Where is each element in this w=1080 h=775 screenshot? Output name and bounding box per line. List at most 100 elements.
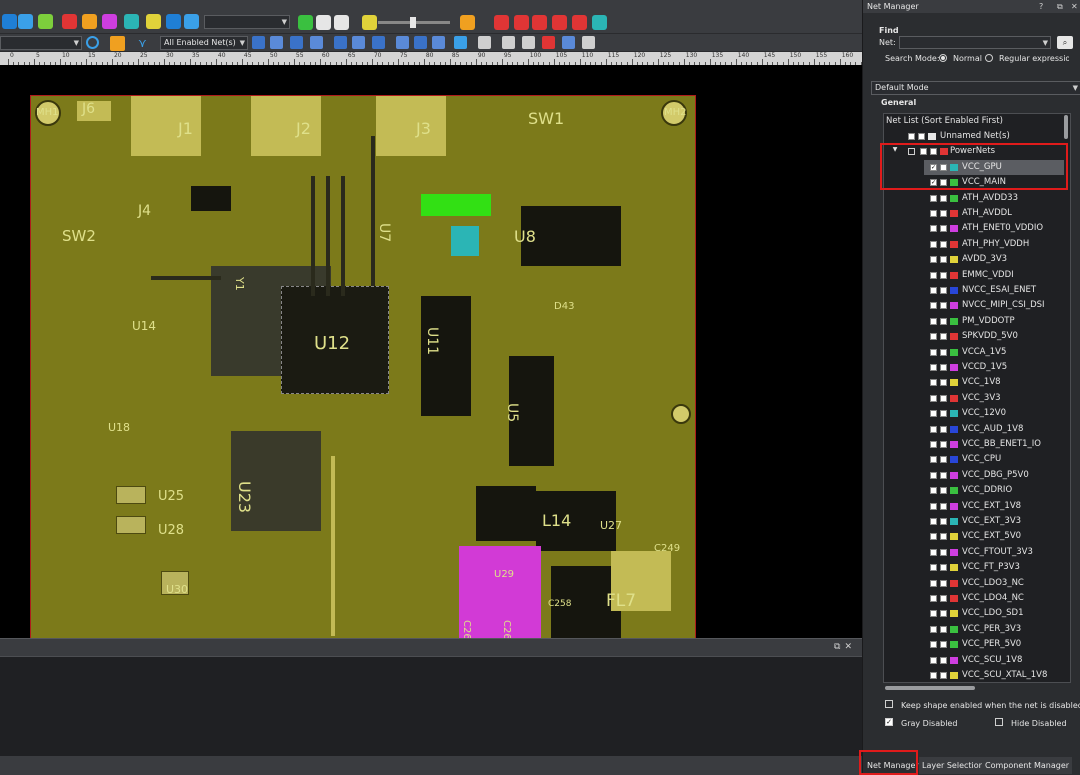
toolbar-tool-icon[interactable] [502,36,515,49]
toolbar-tool-icon[interactable] [478,36,491,49]
net-enable-checkbox[interactable] [930,672,937,679]
net-enable-checkbox[interactable] [930,394,937,402]
net-row[interactable]: VCC_CPU [884,452,1068,467]
net-enable-checkbox[interactable] [930,425,937,433]
layer-combo[interactable]: ▼ [204,15,290,29]
toolbar-tool-icon[interactable] [372,36,385,49]
color-swatch-icon[interactable] [950,317,958,325]
net-row[interactable]: ✓ VCC_GPU [924,159,1064,175]
net-visible-checkbox[interactable] [940,317,947,325]
net-visible-checkbox[interactable] [940,333,947,341]
toolbar-tool-icon[interactable] [316,15,331,30]
net-visible-checkbox[interactable] [940,394,947,402]
toolbar-tool-icon[interactable] [38,14,53,29]
layer-select[interactable]: ▼ [0,36,82,50]
toolbar-tool-icon[interactable] [62,14,77,29]
close-button[interactable]: ✕ [844,642,856,652]
color-swatch-icon[interactable] [950,425,958,433]
color-swatch-icon[interactable] [950,548,958,556]
net-row[interactable]: VCC_LDO3_NC [884,576,1068,591]
color-swatch-icon[interactable] [950,240,958,248]
net-visible-checkbox[interactable] [940,163,947,171]
horizontal-scrollbar[interactable] [885,686,975,690]
color-swatch-icon[interactable] [950,210,958,217]
color-swatch-icon[interactable] [950,579,958,587]
group-enable-checkbox[interactable] [920,148,927,156]
toolbar-tool-icon[interactable] [522,36,535,49]
toolbar-tool-icon[interactable] [494,15,509,30]
hide-disabled-checkbox[interactable] [995,718,1003,726]
toolbar-tool-icon[interactable] [2,14,17,29]
net-row[interactable]: VCC_EXT_5V0 [884,529,1068,544]
net-row[interactable]: ATH_PHY_VDDH [884,237,1068,252]
net-visible-checkbox[interactable] [940,287,947,294]
color-swatch-icon[interactable] [950,394,958,402]
net-group-row[interactable]: Unnamed Net(s) [884,129,1068,144]
net-filter-select[interactable]: All Enabled Net(s) ▼ [160,36,248,50]
net-row[interactable]: AVDD_3V3 [884,252,1068,267]
net-enable-checkbox[interactable] [930,410,937,418]
color-swatch-icon[interactable] [950,471,958,479]
net-visible-checkbox[interactable] [940,656,947,664]
net-row[interactable]: NVCC_MIPI_CSI_DSI [884,298,1068,313]
net-visible-checkbox[interactable] [940,348,947,356]
net-group-row[interactable]: ▼ PowerNets [884,144,1068,159]
net-enable-checkbox[interactable]: ✓ [930,179,937,187]
net-enable-checkbox[interactable] [930,256,937,264]
net-visible-checkbox[interactable] [940,595,947,602]
net-row[interactable]: VCC_EXT_3V3 [884,514,1068,529]
net-search-input[interactable]: ▼ [899,36,1051,49]
toolbar-tool-icon[interactable] [552,15,567,30]
toolbar-tool-icon[interactable] [414,36,427,49]
toolbar-tool-icon[interactable] [124,14,139,29]
toolbar-tool-icon[interactable] [310,36,323,49]
net-enable-checkbox[interactable] [930,502,937,510]
net-row[interactable]: VCC_AUD_1V8 [884,422,1068,437]
net-row[interactable]: VCC_BB_ENET1_IO [884,437,1068,452]
color-swatch-icon[interactable] [950,302,958,310]
net-row[interactable]: ✓ VCC_MAIN [884,175,1068,190]
net-enable-checkbox[interactable] [930,610,937,618]
search-icon[interactable]: ⌕ [1057,36,1073,49]
toolbar-tool-icon[interactable] [252,36,265,49]
net-enable-checkbox[interactable] [930,564,937,572]
net-row[interactable]: VCC_FTOUT_3V3 [884,545,1068,560]
toolbar-tool-icon[interactable] [184,14,199,29]
toolbar-tool-icon[interactable] [298,15,313,30]
color-swatch-icon[interactable] [950,533,958,541]
group-visible-checkbox[interactable] [918,133,925,140]
net-enable-checkbox[interactable] [930,287,937,294]
net-row[interactable]: VCC_FT_P3V3 [884,560,1068,575]
net-row[interactable]: VCC_SCU_XTAL_1V8 [884,668,1068,682]
net-enable-checkbox[interactable] [930,625,937,633]
color-swatch-icon[interactable] [950,333,958,341]
net-row[interactable]: VCCD_1V5 [884,360,1068,375]
net-row[interactable]: VCC_EXT_1V8 [884,499,1068,514]
toolbar-tool-icon[interactable] [334,15,349,30]
net-visible-checkbox[interactable] [940,610,947,618]
zoom-slider[interactable] [378,17,450,28]
net-row[interactable]: VCC_LDO_SD1 [884,606,1068,621]
toolbar-tool-icon[interactable] [562,36,575,49]
net-visible-checkbox[interactable] [940,271,947,279]
net-enable-checkbox[interactable] [930,441,937,448]
toolbar-tool-icon[interactable] [18,14,33,29]
tab-layer-selection[interactable]: Layer Selection [919,757,987,774]
net-visible-checkbox[interactable] [940,625,947,633]
net-row[interactable]: VCC_PER_3V3 [884,622,1068,637]
net-enable-checkbox[interactable] [930,210,937,217]
net-enable-checkbox[interactable] [930,641,937,649]
color-swatch-icon[interactable] [950,656,958,664]
toolbar-tool-icon[interactable] [460,15,475,30]
toolbar-tool-icon[interactable] [146,14,161,29]
color-swatch-icon[interactable] [950,487,958,495]
net-enable-checkbox[interactable] [930,595,937,602]
group-visible-checkbox[interactable] [930,148,937,156]
help-button[interactable]: ? [1039,0,1043,13]
radio-regex[interactable] [985,54,993,62]
color-swatch-icon[interactable] [950,564,958,572]
net-row[interactable]: VCC_3V3 [884,391,1068,406]
color-swatch-icon[interactable] [940,148,948,156]
net-visible-checkbox[interactable] [940,302,947,310]
net-visible-checkbox[interactable] [940,379,947,387]
